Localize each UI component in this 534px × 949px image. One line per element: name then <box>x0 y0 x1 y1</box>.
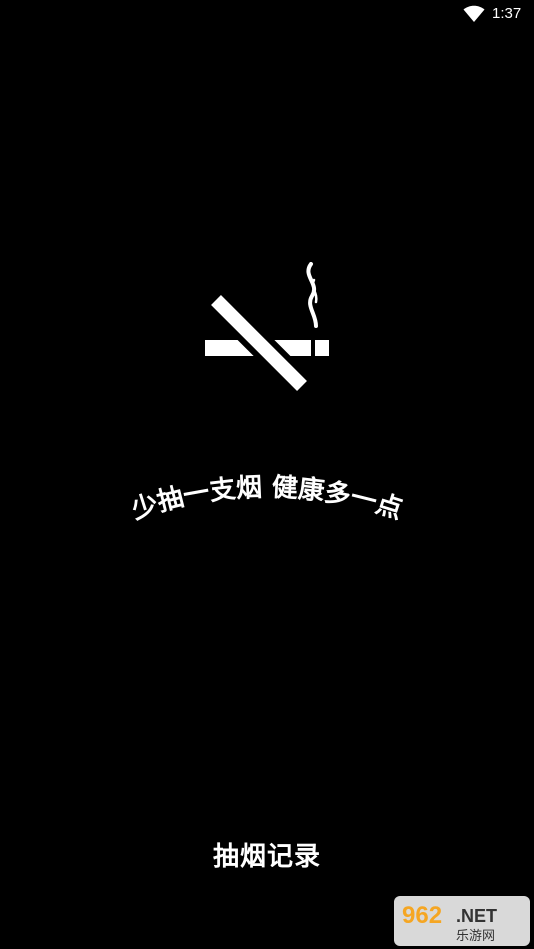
status-time: 1:37 <box>492 5 522 22</box>
slogan-arc: 少抽一支烟 健康多一点 <box>127 473 406 526</box>
watermark-caption: 乐游网 <box>456 929 495 944</box>
slogan-text: 少抽一支烟 健康多一点 <box>127 473 406 526</box>
watermark-logo: 962 .NET 乐游网 <box>394 896 530 946</box>
watermark-number: 962 <box>402 902 442 929</box>
status-bar: 1:37 <box>0 0 534 28</box>
wifi-icon <box>463 5 485 22</box>
app-name: 抽烟记录 <box>212 842 321 872</box>
watermark-suffix: .NET <box>456 906 497 926</box>
no-smoking-icon <box>205 262 329 396</box>
